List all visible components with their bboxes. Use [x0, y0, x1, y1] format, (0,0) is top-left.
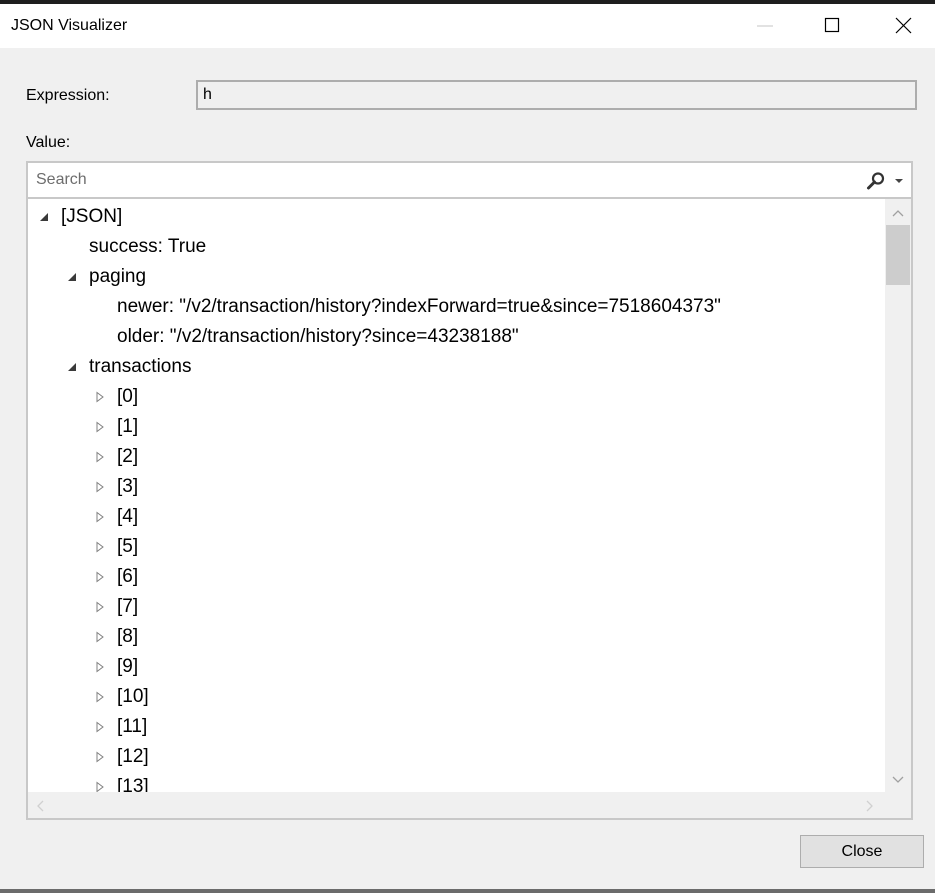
tree-node[interactable]: [13]	[28, 772, 885, 792]
collapsed-triangle-icon[interactable]	[94, 421, 106, 433]
tree-node-label: [9]	[117, 656, 139, 677]
vertical-scroll-thumb[interactable]	[886, 225, 910, 285]
expanded-triangle-icon[interactable]	[66, 271, 78, 283]
expression-field[interactable]: h	[196, 80, 917, 110]
tree-node-label: [3]	[117, 476, 139, 497]
tree-node[interactable]: [10]	[28, 682, 885, 712]
tree-node-label: [10]	[117, 686, 149, 707]
collapsed-triangle-icon[interactable]	[94, 571, 106, 583]
tree-node[interactable]: [0]	[28, 382, 885, 412]
search-options-dropdown-icon[interactable]	[894, 177, 904, 185]
vertical-scrollbar[interactable]	[885, 199, 911, 792]
scroll-up-icon[interactable]	[892, 209, 904, 217]
expression-label: Expression:	[26, 87, 110, 104]
json-visualizer-window: JSON Visualizer Expression: h Value: Sea…	[0, 0, 935, 893]
maximize-button[interactable]	[804, 4, 860, 48]
tree-node[interactable]: [5]	[28, 532, 885, 562]
tree-node-label: [6]	[117, 566, 139, 587]
tree-node[interactable]: [11]	[28, 712, 885, 742]
tree-node[interactable]: success: True	[28, 232, 885, 262]
collapsed-triangle-icon[interactable]	[94, 661, 106, 673]
expanded-triangle-icon[interactable]	[66, 361, 78, 373]
tree-node[interactable]: [7]	[28, 592, 885, 622]
window-title: JSON Visualizer	[11, 17, 128, 34]
tree-node-label: newer: "/v2/transaction/history?indexFor…	[117, 296, 721, 317]
expanded-triangle-icon[interactable]	[38, 211, 50, 223]
window-bottom-edge	[0, 889, 935, 893]
close-window-button[interactable]	[876, 4, 932, 48]
scrollbar-corner	[885, 792, 911, 818]
tree-node[interactable]: [1]	[28, 412, 885, 442]
value-panel: [JSON] success: True paging newer: "/v2/tra…	[26, 161, 913, 820]
value-label: Value:	[26, 134, 71, 151]
tree-node[interactable]: [8]	[28, 622, 885, 652]
tree-node[interactable]: [2]	[28, 442, 885, 472]
tree-node-label: [8]	[117, 626, 139, 647]
collapsed-triangle-icon[interactable]	[94, 451, 106, 463]
minimize-icon	[757, 25, 773, 27]
collapsed-triangle-icon[interactable]	[94, 511, 106, 523]
collapsed-triangle-icon[interactable]	[94, 541, 106, 553]
tree-node-label: transactions	[89, 356, 192, 377]
horizontal-scrollbar[interactable]	[28, 792, 885, 818]
collapsed-triangle-icon[interactable]	[94, 601, 106, 613]
tree-node[interactable]: transactions	[28, 352, 885, 382]
close-button[interactable]: Close	[800, 835, 924, 868]
tree-node[interactable]: [4]	[28, 502, 885, 532]
scroll-right-icon[interactable]	[866, 800, 874, 812]
tree-node-label: [1]	[117, 416, 139, 437]
collapsed-triangle-icon[interactable]	[94, 391, 106, 403]
search-input[interactable]	[30, 165, 850, 195]
tree-node[interactable]: newer: "/v2/transaction/history?indexFor…	[28, 292, 885, 322]
collapsed-triangle-icon[interactable]	[94, 481, 106, 493]
minimize-button[interactable]	[737, 4, 793, 48]
tree-node[interactable]: [6]	[28, 562, 885, 592]
collapsed-triangle-icon[interactable]	[94, 781, 106, 792]
tree-node[interactable]: [9]	[28, 652, 885, 682]
close-icon	[895, 17, 912, 34]
title-bar[interactable]: JSON Visualizer	[0, 4, 935, 48]
collapsed-triangle-icon[interactable]	[94, 631, 106, 643]
json-tree-view[interactable]: [JSON] success: True paging newer: "/v2/tra…	[28, 199, 885, 792]
tree-node[interactable]: paging	[28, 262, 885, 292]
tree-node[interactable]: [12]	[28, 742, 885, 772]
tree-node[interactable]: [JSON]	[28, 202, 885, 232]
search-box	[28, 163, 911, 199]
tree-node-label: [12]	[117, 746, 149, 767]
tree-node-label: [2]	[117, 446, 139, 467]
tree-node[interactable]: older: "/v2/transaction/history?since=43…	[28, 322, 885, 352]
tree-node-label: older: "/v2/transaction/history?since=43…	[117, 326, 519, 347]
tree-node-label: [JSON]	[61, 206, 123, 227]
maximize-icon	[824, 17, 840, 33]
tree-node-label: success: True	[89, 236, 207, 257]
search-icon[interactable]	[866, 171, 886, 191]
tree-node-label: [5]	[117, 536, 139, 557]
scroll-left-icon[interactable]	[36, 800, 44, 812]
tree-node-label: [4]	[117, 506, 139, 527]
tree-node-label: [7]	[117, 596, 139, 617]
tree-node-label: [11]	[117, 716, 148, 737]
collapsed-triangle-icon[interactable]	[94, 721, 106, 733]
tree-node[interactable]: [3]	[28, 472, 885, 502]
tree-node-label: [13]	[117, 776, 149, 792]
tree-node-label: paging	[89, 266, 147, 287]
collapsed-triangle-icon[interactable]	[94, 751, 106, 763]
tree-node-label: [0]	[117, 386, 139, 407]
scroll-down-icon[interactable]	[892, 776, 904, 784]
collapsed-triangle-icon[interactable]	[94, 691, 106, 703]
